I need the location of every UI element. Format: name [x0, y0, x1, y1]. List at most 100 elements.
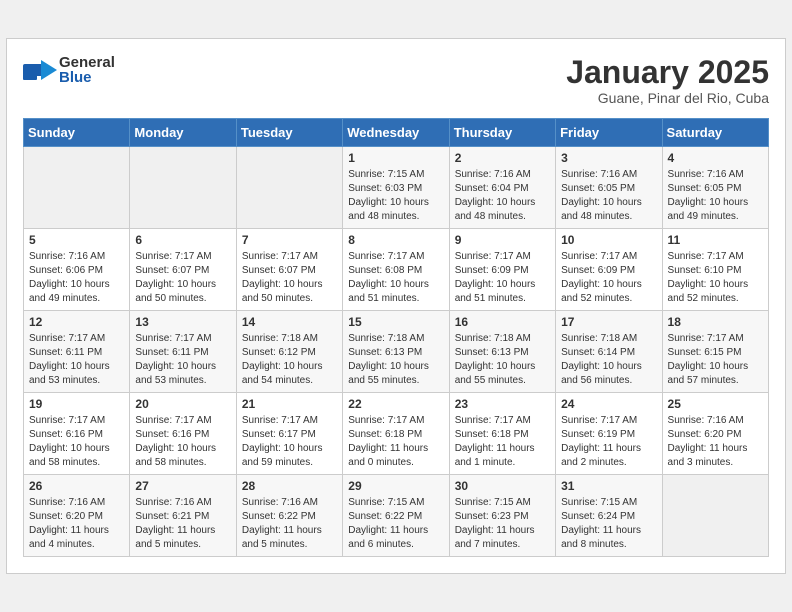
header: General Blue January 2025 Guane, Pinar d… [23, 55, 769, 106]
calendar-container: General Blue January 2025 Guane, Pinar d… [6, 38, 786, 574]
day-number: 3 [561, 151, 656, 165]
weekday-header-friday: Friday [556, 119, 662, 147]
day-number: 22 [348, 397, 443, 411]
day-number: 17 [561, 315, 656, 329]
day-info: Sunrise: 7:16 AM Sunset: 6:21 PM Dayligh… [135, 496, 230, 552]
day-info: Sunrise: 7:16 AM Sunset: 6:05 PM Dayligh… [668, 168, 763, 224]
day-number: 5 [29, 233, 124, 247]
day-info: Sunrise: 7:17 AM Sunset: 6:10 PM Dayligh… [668, 250, 763, 306]
day-number: 27 [135, 479, 230, 493]
day-number: 8 [348, 233, 443, 247]
day-info: Sunrise: 7:16 AM Sunset: 6:06 PM Dayligh… [29, 250, 124, 306]
day-info: Sunrise: 7:15 AM Sunset: 6:22 PM Dayligh… [348, 496, 443, 552]
day-cell: 12 Sunrise: 7:17 AM Sunset: 6:11 PM Dayli… [24, 311, 130, 393]
calendar-title: January 2025 [566, 55, 769, 90]
calendar-table: SundayMondayTuesdayWednesdayThursdayFrid… [23, 118, 769, 557]
day-number: 6 [135, 233, 230, 247]
day-info: Sunrise: 7:17 AM Sunset: 6:16 PM Dayligh… [135, 414, 230, 470]
week-row-2: 5 Sunrise: 7:16 AM Sunset: 6:06 PM Daylig… [24, 229, 769, 311]
day-info: Sunrise: 7:17 AM Sunset: 6:17 PM Dayligh… [242, 414, 337, 470]
day-info: Sunrise: 7:16 AM Sunset: 6:04 PM Dayligh… [455, 168, 550, 224]
day-cell: 23Sunrise: 7:17 AM Sunset: 6:18 PM Dayli… [449, 393, 555, 475]
day-cell: 29 Sunrise: 7:15 AM Sunset: 6:22 PM Dayli… [343, 475, 449, 557]
day-number: 9 [455, 233, 550, 247]
day-cell: 5 Sunrise: 7:16 AM Sunset: 6:06 PM Daylig… [24, 229, 130, 311]
weekday-header-saturday: Saturday [662, 119, 768, 147]
logo-icon [23, 56, 57, 84]
day-info: Sunrise: 7:17 AM Sunset: 6:18 PM Dayligh… [455, 414, 550, 470]
day-cell: 6Sunrise: 7:17 AM Sunset: 6:07 PM Daylig… [130, 229, 236, 311]
title-section: January 2025 Guane, Pinar del Rio, Cuba [566, 55, 769, 106]
day-info: Sunrise: 7:15 AM Sunset: 6:23 PM Dayligh… [455, 496, 550, 552]
day-info: Sunrise: 7:15 AM Sunset: 6:24 PM Dayligh… [561, 496, 656, 552]
day-info: Sunrise: 7:17 AM Sunset: 6:19 PM Dayligh… [561, 414, 656, 470]
day-cell [24, 147, 130, 229]
weekday-header-sunday: Sunday [24, 119, 130, 147]
day-number: 28 [242, 479, 337, 493]
day-cell: 16 Sunrise: 7:18 AM Sunset: 6:13 PM Dayli… [449, 311, 555, 393]
day-info: Sunrise: 7:16 AM Sunset: 6:20 PM Dayligh… [29, 496, 124, 552]
day-number: 15 [348, 315, 443, 329]
day-info: Sunrise: 7:17 AM Sunset: 6:07 PM Dayligh… [242, 250, 337, 306]
logo-general: General [59, 55, 115, 70]
day-number: 2 [455, 151, 550, 165]
day-cell: 8 Sunrise: 7:17 AM Sunset: 6:08 PM Daylig… [343, 229, 449, 311]
day-number: 16 [455, 315, 550, 329]
calendar-subtitle: Guane, Pinar del Rio, Cuba [566, 90, 769, 106]
day-number: 25 [668, 397, 763, 411]
day-number: 31 [561, 479, 656, 493]
day-cell: 2 Sunrise: 7:16 AM Sunset: 6:04 PM Daylig… [449, 147, 555, 229]
week-row-3: 12 Sunrise: 7:17 AM Sunset: 6:11 PM Dayli… [24, 311, 769, 393]
day-info: Sunrise: 7:16 AM Sunset: 6:22 PM Dayligh… [242, 496, 337, 552]
day-info: Sunrise: 7:18 AM Sunset: 6:13 PM Dayligh… [455, 332, 550, 388]
week-row-4: 19 Sunrise: 7:17 AM Sunset: 6:16 PM Dayli… [24, 393, 769, 475]
week-row-1: 1Sunrise: 7:15 AM Sunset: 6:03 PM Daylig… [24, 147, 769, 229]
day-cell: 28 Sunrise: 7:16 AM Sunset: 6:22 PM Dayli… [236, 475, 342, 557]
day-info: Sunrise: 7:16 AM Sunset: 6:20 PM Dayligh… [668, 414, 763, 470]
day-cell: 9Sunrise: 7:17 AM Sunset: 6:09 PM Daylig… [449, 229, 555, 311]
day-info: Sunrise: 7:17 AM Sunset: 6:11 PM Dayligh… [29, 332, 124, 388]
day-number: 1 [348, 151, 443, 165]
day-number: 20 [135, 397, 230, 411]
day-info: Sunrise: 7:17 AM Sunset: 6:09 PM Dayligh… [561, 250, 656, 306]
day-cell: 30Sunrise: 7:15 AM Sunset: 6:23 PM Dayli… [449, 475, 555, 557]
logo: General Blue [23, 55, 115, 85]
day-info: Sunrise: 7:17 AM Sunset: 6:16 PM Dayligh… [29, 414, 124, 470]
weekday-header-monday: Monday [130, 119, 236, 147]
day-info: Sunrise: 7:18 AM Sunset: 6:12 PM Dayligh… [242, 332, 337, 388]
day-info: Sunrise: 7:17 AM Sunset: 6:08 PM Dayligh… [348, 250, 443, 306]
weekday-header-tuesday: Tuesday [236, 119, 342, 147]
day-cell: 25 Sunrise: 7:16 AM Sunset: 6:20 PM Dayli… [662, 393, 768, 475]
day-number: 24 [561, 397, 656, 411]
day-cell [236, 147, 342, 229]
day-number: 19 [29, 397, 124, 411]
day-number: 7 [242, 233, 337, 247]
day-number: 26 [29, 479, 124, 493]
day-cell: 15Sunrise: 7:18 AM Sunset: 6:13 PM Dayli… [343, 311, 449, 393]
day-cell: 21 Sunrise: 7:17 AM Sunset: 6:17 PM Dayli… [236, 393, 342, 475]
day-info: Sunrise: 7:17 AM Sunset: 6:18 PM Dayligh… [348, 414, 443, 470]
day-cell: 20 Sunrise: 7:17 AM Sunset: 6:16 PM Dayli… [130, 393, 236, 475]
day-number: 18 [668, 315, 763, 329]
day-number: 21 [242, 397, 337, 411]
day-info: Sunrise: 7:17 AM Sunset: 6:15 PM Dayligh… [668, 332, 763, 388]
day-number: 12 [29, 315, 124, 329]
day-number: 29 [348, 479, 443, 493]
day-cell: 18 Sunrise: 7:17 AM Sunset: 6:15 PM Dayli… [662, 311, 768, 393]
day-cell [662, 475, 768, 557]
day-cell: 7 Sunrise: 7:17 AM Sunset: 6:07 PM Daylig… [236, 229, 342, 311]
day-number: 14 [242, 315, 337, 329]
day-cell: 22 Sunrise: 7:17 AM Sunset: 6:18 PM Dayli… [343, 393, 449, 475]
week-row-5: 26 Sunrise: 7:16 AM Sunset: 6:20 PM Dayli… [24, 475, 769, 557]
day-cell: 3Sunrise: 7:16 AM Sunset: 6:05 PM Daylig… [556, 147, 662, 229]
day-cell: 10Sunrise: 7:17 AM Sunset: 6:09 PM Dayli… [556, 229, 662, 311]
logo-blue: Blue [59, 70, 115, 85]
day-cell: 14 Sunrise: 7:18 AM Sunset: 6:12 PM Dayli… [236, 311, 342, 393]
day-cell: 17 Sunrise: 7:18 AM Sunset: 6:14 PM Dayli… [556, 311, 662, 393]
day-cell: 1Sunrise: 7:15 AM Sunset: 6:03 PM Daylig… [343, 147, 449, 229]
day-cell: 19 Sunrise: 7:17 AM Sunset: 6:16 PM Dayli… [24, 393, 130, 475]
day-cell: 31 Sunrise: 7:15 AM Sunset: 6:24 PM Dayli… [556, 475, 662, 557]
day-cell: 4Sunrise: 7:16 AM Sunset: 6:05 PM Daylig… [662, 147, 768, 229]
day-cell: 27 Sunrise: 7:16 AM Sunset: 6:21 PM Dayli… [130, 475, 236, 557]
day-info: Sunrise: 7:18 AM Sunset: 6:14 PM Dayligh… [561, 332, 656, 388]
